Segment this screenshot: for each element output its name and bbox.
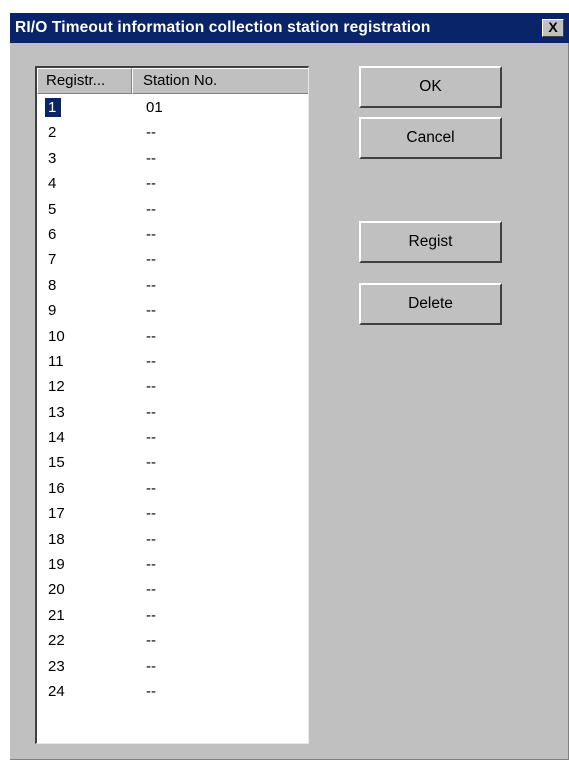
station-number: -- bbox=[146, 632, 156, 650]
list-item[interactable]: 22 -- bbox=[37, 628, 308, 653]
list-item[interactable]: 6 -- bbox=[37, 222, 308, 247]
station-number: -- bbox=[146, 606, 156, 624]
station-number: -- bbox=[146, 682, 156, 700]
registration-number: 20 bbox=[48, 581, 65, 599]
registration-number: 21 bbox=[48, 606, 65, 624]
station-number: -- bbox=[146, 276, 156, 294]
station-number: -- bbox=[146, 505, 156, 523]
station-number: -- bbox=[146, 403, 156, 421]
list-item[interactable]: 11 -- bbox=[37, 349, 308, 374]
list-item[interactable]: 9 -- bbox=[37, 298, 308, 323]
registration-dialog: RI/O Timeout information collection stat… bbox=[10, 13, 569, 760]
registration-number: 23 bbox=[48, 657, 65, 675]
registration-number: 6 bbox=[48, 225, 57, 243]
list-item[interactable]: 5 -- bbox=[37, 197, 308, 222]
registration-number: 7 bbox=[48, 251, 57, 269]
list-rows: 1 01 2 -- 3 -- 4 -- 5 -- 6 -- 7 -- 8 -- 9 -- 10 -- 11 -- 12 -- 1… bbox=[37, 95, 308, 704]
list-item[interactable]: 2 -- bbox=[37, 120, 308, 145]
registration-number: 11 bbox=[48, 352, 64, 370]
list-item[interactable]: 21 -- bbox=[37, 603, 308, 628]
registration-number: 22 bbox=[48, 632, 65, 650]
list-item[interactable]: 14 -- bbox=[37, 425, 308, 450]
list-item[interactable]: 20 -- bbox=[37, 577, 308, 602]
list-item[interactable]: 23 -- bbox=[37, 654, 308, 679]
registration-number: 8 bbox=[48, 276, 57, 294]
ok-button[interactable]: OK bbox=[359, 66, 502, 108]
list-item[interactable]: 16 -- bbox=[37, 476, 308, 501]
registration-number: 3 bbox=[48, 149, 57, 167]
registration-number: 9 bbox=[48, 302, 57, 320]
list-item[interactable]: 18 -- bbox=[37, 527, 308, 552]
station-number: -- bbox=[146, 352, 156, 370]
registration-number: 16 bbox=[48, 479, 65, 497]
registration-number: 5 bbox=[48, 200, 57, 218]
station-number: -- bbox=[146, 327, 156, 345]
station-number: -- bbox=[146, 251, 156, 269]
list-item[interactable]: 10 -- bbox=[37, 324, 308, 349]
title-bar[interactable]: RI/O Timeout information collection stat… bbox=[10, 13, 569, 43]
registration-number: 12 bbox=[48, 378, 65, 396]
station-number: 01 bbox=[146, 99, 163, 116]
station-number: -- bbox=[146, 200, 156, 218]
list-item[interactable]: 8 -- bbox=[37, 273, 308, 298]
station-number: -- bbox=[146, 556, 156, 574]
list-header: Registr... Station No. bbox=[37, 68, 308, 94]
registration-number: 1 bbox=[45, 98, 62, 117]
list-item[interactable]: 7 -- bbox=[37, 247, 308, 272]
list-item[interactable]: 24 -- bbox=[37, 679, 308, 704]
station-number: -- bbox=[146, 429, 156, 447]
list-item[interactable]: 4 -- bbox=[37, 171, 308, 196]
list-item[interactable]: 17 -- bbox=[37, 501, 308, 526]
list-item[interactable]: 15 -- bbox=[37, 450, 308, 475]
column-header-registration[interactable]: Registr... bbox=[37, 68, 132, 94]
station-number: -- bbox=[146, 581, 156, 599]
registration-number: 14 bbox=[48, 429, 65, 447]
registration-number: 10 bbox=[48, 327, 65, 345]
regist-button[interactable]: Regist bbox=[359, 221, 502, 263]
station-number: -- bbox=[146, 225, 156, 243]
registration-number: 15 bbox=[48, 454, 65, 472]
station-number: -- bbox=[146, 454, 156, 472]
station-number: -- bbox=[146, 175, 156, 193]
list-item[interactable]: 12 -- bbox=[37, 374, 308, 399]
window-title: RI/O Timeout information collection stat… bbox=[15, 19, 431, 36]
station-number: -- bbox=[146, 657, 156, 675]
cancel-button[interactable]: Cancel bbox=[359, 117, 502, 159]
list-item[interactable]: 13 -- bbox=[37, 400, 308, 425]
list-item[interactable]: 3 -- bbox=[37, 146, 308, 171]
station-number: -- bbox=[146, 302, 156, 320]
list-item[interactable]: 1 01 bbox=[37, 95, 308, 120]
registration-number: 18 bbox=[48, 530, 65, 548]
column-header-station-no[interactable]: Station No. bbox=[132, 68, 308, 94]
station-number: -- bbox=[146, 124, 156, 142]
station-number: -- bbox=[146, 149, 156, 167]
registration-number: 13 bbox=[48, 403, 65, 421]
registration-number: 2 bbox=[48, 124, 57, 142]
station-number: -- bbox=[146, 530, 156, 548]
list-item[interactable]: 19 -- bbox=[37, 552, 308, 577]
delete-button[interactable]: Delete bbox=[359, 283, 502, 325]
registration-number: 19 bbox=[48, 556, 65, 574]
station-number: -- bbox=[146, 378, 156, 396]
station-number: -- bbox=[146, 479, 156, 497]
registration-number: 4 bbox=[48, 175, 57, 193]
station-list[interactable]: Registr... Station No. 1 01 2 -- 3 -- 4 -- 5 -- 6-… bbox=[35, 66, 309, 744]
registration-number: 24 bbox=[48, 682, 65, 700]
close-icon: X bbox=[548, 19, 558, 35]
registration-number: 17 bbox=[48, 505, 65, 523]
close-button[interactable]: X bbox=[542, 19, 564, 37]
